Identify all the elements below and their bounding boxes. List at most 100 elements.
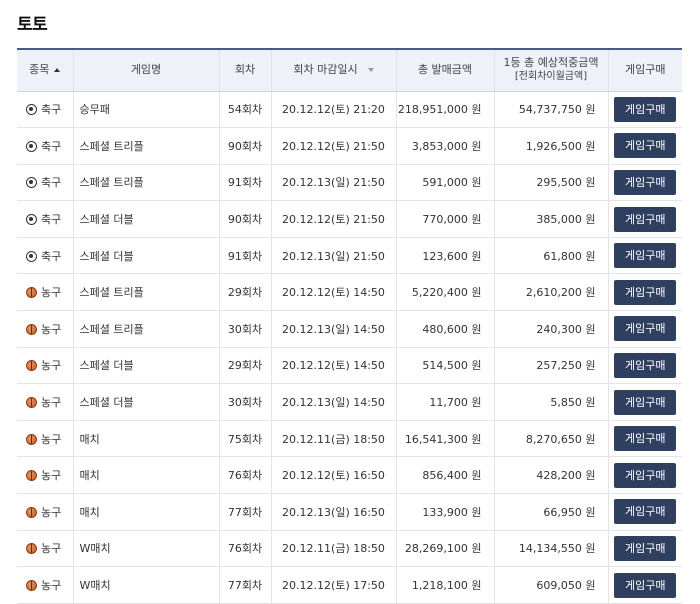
- sport-label: 축구: [41, 249, 62, 263]
- soccer-ball-icon: [26, 250, 37, 262]
- game-name-cell: 매치: [72, 420, 219, 458]
- round-cell: 91회차: [218, 164, 271, 202]
- purchase-button[interactable]: 게임구매: [614, 352, 677, 378]
- purchase-button[interactable]: 게임구매: [614, 169, 677, 195]
- purchase-button[interactable]: 게임구매: [614, 426, 677, 452]
- purchase-button[interactable]: 게임구매: [614, 206, 677, 232]
- sport-label: 농구: [41, 432, 62, 446]
- deadline-cell: 20.12.12(토) 17:50: [270, 566, 396, 604]
- header-expected-amount: 1등 총 예상적중금액 [전회차이월금액]: [493, 48, 608, 92]
- sport-label: 축구: [41, 139, 62, 153]
- expected-amount-cell: 609,050 원: [493, 566, 608, 604]
- game-name-cell: 스페셜 트리플: [72, 310, 219, 348]
- total-sales-cell: 856,400 원: [395, 456, 494, 495]
- basketball-icon: [26, 397, 37, 409]
- toto-games-table: 종목 게임명 회차 회차 마감일시 총 발매금액 1등 총 예상적중금액 [전회…: [17, 48, 682, 604]
- total-sales-cell: 28,269,100 원: [395, 530, 494, 568]
- purchase-button[interactable]: 게임구매: [614, 499, 677, 525]
- table-row: 축구 스페셜 트리플 91회차 20.12.13(일) 21:50 591,000 원2…: [17, 164, 682, 202]
- header-game-name: 게임명: [72, 48, 219, 92]
- sort-descending-icon[interactable]: [367, 68, 374, 73]
- deadline-cell: 20.12.12(토) 21:20: [270, 91, 396, 129]
- expected-amount-cell: 54,737,750 원: [493, 91, 608, 129]
- sport-cell: 농구: [17, 493, 73, 531]
- purchase-cell: 게임구매: [607, 530, 682, 568]
- round-cell: 30회차: [218, 310, 271, 348]
- round-cell: 77회차: [218, 493, 271, 531]
- purchase-cell: 게임구매: [607, 566, 682, 604]
- purchase-button[interactable]: 게임구매: [614, 96, 677, 122]
- purchase-cell: 게임구매: [607, 273, 682, 312]
- deadline-cell: 20.12.12(토) 14:50: [270, 347, 396, 385]
- table-row: 농구 스페셜 트리플 29회차 20.12.12(토) 14:50 5,220,400 …: [17, 273, 682, 312]
- soccer-ball-icon: [26, 177, 37, 189]
- sport-cell: 농구: [17, 420, 73, 458]
- expected-amount-cell: 2,610,200 원: [493, 273, 608, 312]
- round-cell: 29회차: [218, 347, 271, 385]
- table-row: 농구 W매치 77회차 20.12.12(토) 17:50 1,218,100 원 609…: [17, 566, 682, 604]
- game-name-cell: 스페셜 트리플: [72, 273, 219, 312]
- sport-cell: 축구: [17, 200, 73, 238]
- purchase-button[interactable]: 게임구매: [614, 243, 677, 269]
- round-cell: 75회차: [218, 420, 271, 458]
- total-sales-cell: 591,000 원: [395, 164, 494, 202]
- purchase-button[interactable]: 게임구매: [614, 279, 677, 305]
- round-cell: 76회차: [218, 456, 271, 495]
- purchase-cell: 게임구매: [607, 383, 682, 421]
- purchase-button[interactable]: 게임구매: [614, 133, 677, 159]
- game-name-cell: 스페셜 더블: [72, 383, 219, 421]
- header-sport[interactable]: 종목: [17, 48, 73, 92]
- purchase-cell: 게임구매: [607, 200, 682, 238]
- sport-label: 농구: [41, 469, 62, 483]
- deadline-cell: 20.12.13(일) 14:50: [270, 383, 396, 421]
- sport-cell: 농구: [17, 347, 73, 385]
- expected-amount-cell: 385,000 원: [493, 200, 608, 238]
- round-cell: 91회차: [218, 237, 271, 275]
- table-row: 축구 스페셜 트리플 90회차 20.12.12(토) 21:50 3,853,000 …: [17, 127, 682, 165]
- total-sales-cell: 770,000 원: [395, 200, 494, 238]
- deadline-cell: 20.12.11(금) 18:50: [270, 420, 396, 458]
- purchase-cell: 게임구매: [607, 91, 682, 129]
- sport-cell: 축구: [17, 127, 73, 165]
- total-sales-cell: 11,700 원: [395, 383, 494, 421]
- purchase-button[interactable]: 게임구매: [614, 389, 677, 415]
- basketball-icon: [26, 543, 37, 555]
- expected-amount-cell: 66,950 원: [493, 493, 608, 531]
- game-name-cell: 스페셜 더블: [72, 200, 219, 238]
- game-name-cell: 스페셜 트리플: [72, 164, 219, 202]
- deadline-cell: 20.12.12(토) 16:50: [270, 456, 396, 495]
- basketball-icon: [26, 470, 37, 482]
- total-sales-cell: 16,541,300 원: [395, 420, 494, 458]
- deadline-cell: 20.12.12(토) 21:50: [270, 200, 396, 238]
- deadline-cell: 20.12.13(일) 21:50: [270, 164, 396, 202]
- purchase-button[interactable]: 게임구매: [614, 535, 677, 561]
- sport-label: 축구: [41, 103, 62, 117]
- sport-label: 농구: [41, 505, 62, 519]
- page-title: 토토: [17, 15, 48, 35]
- sport-cell: 농구: [17, 273, 73, 312]
- deadline-cell: 20.12.13(일) 14:50: [270, 310, 396, 348]
- round-cell: 54회차: [218, 91, 271, 129]
- purchase-button[interactable]: 게임구매: [614, 462, 677, 488]
- basketball-icon: [26, 287, 37, 299]
- sport-label: 축구: [41, 213, 62, 227]
- sport-cell: 축구: [17, 91, 73, 129]
- total-sales-cell: 514,500 원: [395, 347, 494, 385]
- expected-amount-cell: 5,850 원: [493, 383, 608, 421]
- header-deadline[interactable]: 회차 마감일시: [270, 48, 396, 92]
- expected-amount-cell: 257,250 원: [493, 347, 608, 385]
- total-sales-cell: 480,600 원: [395, 310, 494, 348]
- round-cell: 90회차: [218, 200, 271, 238]
- sport-label: 농구: [41, 542, 62, 556]
- total-sales-cell: 133,900 원: [395, 493, 494, 531]
- total-sales-cell: 218,951,000 원: [395, 91, 494, 129]
- basketball-icon: [26, 323, 37, 335]
- total-sales-cell: 123,600 원: [395, 237, 494, 275]
- sort-ascending-icon[interactable]: [54, 68, 61, 73]
- header-total-sales: 총 발매금액: [395, 48, 494, 92]
- sport-cell: 농구: [17, 383, 73, 421]
- sport-label: 농구: [41, 286, 62, 300]
- purchase-button[interactable]: 게임구매: [614, 572, 677, 598]
- purchase-button[interactable]: 게임구매: [614, 316, 677, 342]
- sport-label: 농구: [41, 579, 62, 593]
